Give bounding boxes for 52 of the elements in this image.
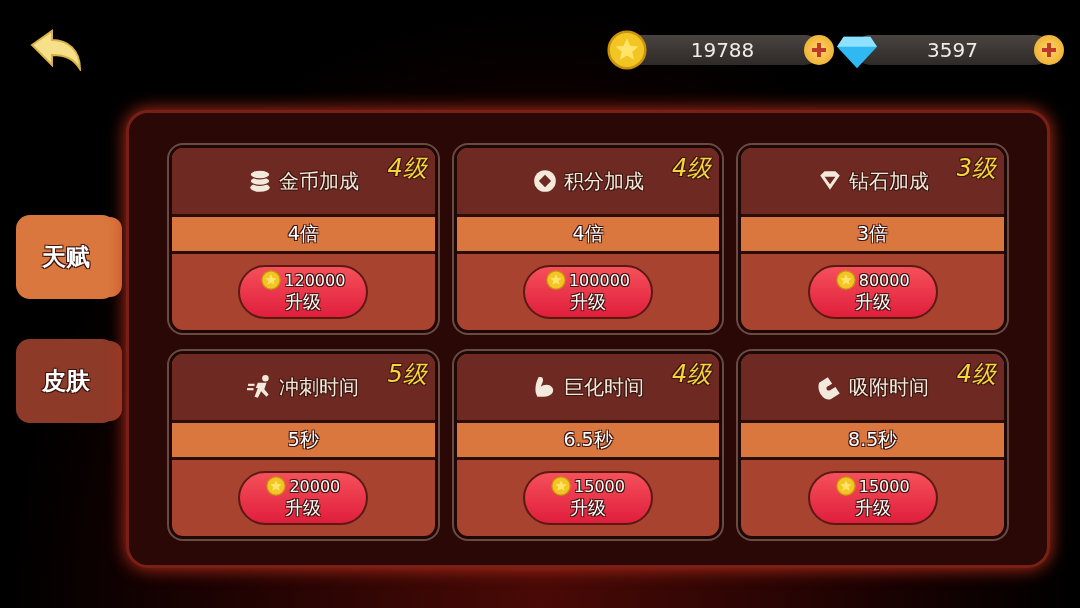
- coin-icon: [261, 270, 282, 290]
- effect-value: 5秒: [287, 427, 319, 452]
- coin-icon: [607, 30, 647, 70]
- upgrade-button[interactable]: 15000 升级: [523, 471, 653, 525]
- cost-label: 20000: [289, 476, 341, 496]
- level-label: 4级: [672, 359, 712, 390]
- cost-label: 120000: [284, 270, 346, 290]
- effect-value: 6.5秒: [563, 427, 613, 452]
- cost-label: 15000: [858, 476, 910, 496]
- back-arrow-icon[interactable]: [30, 29, 82, 71]
- card-title: 冲刺时间: [279, 373, 360, 401]
- add-button[interactable]: [1034, 35, 1064, 65]
- card-title: 钻石加成: [848, 167, 929, 195]
- cost-label: 100000: [568, 270, 630, 290]
- upgrade-label: 升级: [854, 496, 891, 520]
- upgrade-button[interactable]: 80000 升级: [807, 265, 938, 319]
- plus-icon: [1041, 42, 1057, 58]
- effect-value: 4倍: [287, 221, 319, 246]
- level-label: 4级: [956, 359, 996, 390]
- card-title: 巨化时间: [564, 373, 644, 401]
- plus-icon: [811, 42, 827, 58]
- level-label: 4级: [672, 153, 712, 184]
- upgrade-label: 升级: [570, 496, 606, 520]
- upgrade-button[interactable]: 15000 升级: [807, 471, 938, 525]
- level-label: 3级: [956, 153, 996, 184]
- coin-icon: [545, 270, 566, 290]
- upgrade-button[interactable]: 100000 升级: [523, 265, 653, 319]
- effect-value: 3倍: [857, 221, 889, 246]
- upgrade-label: 升级: [570, 290, 606, 314]
- effect-value: 4倍: [572, 221, 604, 246]
- upgrade-button[interactable]: 120000 升级: [238, 265, 369, 319]
- upgrade-button[interactable]: 20000 升级: [238, 471, 369, 525]
- coin-icon: [551, 476, 572, 496]
- upgrade-label: 升级: [285, 496, 322, 520]
- level-label: 4级: [387, 153, 427, 184]
- effect-value: 8.5秒: [848, 427, 898, 452]
- coin-icon: [266, 476, 287, 496]
- add-button[interactable]: [804, 35, 834, 65]
- coin-icon: [835, 270, 856, 290]
- level-label: 5级: [387, 359, 427, 390]
- card-title: 吸附时间: [848, 373, 929, 401]
- upgrade-label: 升级: [854, 290, 891, 314]
- card-title: 积分加成: [564, 167, 644, 195]
- coin-icon: [532, 168, 558, 194]
- currency-amount: 19788: [690, 38, 755, 62]
- card-title: 金币加成: [279, 167, 360, 195]
- cost-label: 15000: [574, 476, 625, 496]
- magnet-icon: [816, 374, 843, 400]
- currency-amount: 3597: [927, 38, 978, 62]
- coin-icon: [835, 476, 856, 496]
- upgrade-label: 升级: [285, 290, 322, 314]
- cost-label: 80000: [858, 270, 910, 290]
